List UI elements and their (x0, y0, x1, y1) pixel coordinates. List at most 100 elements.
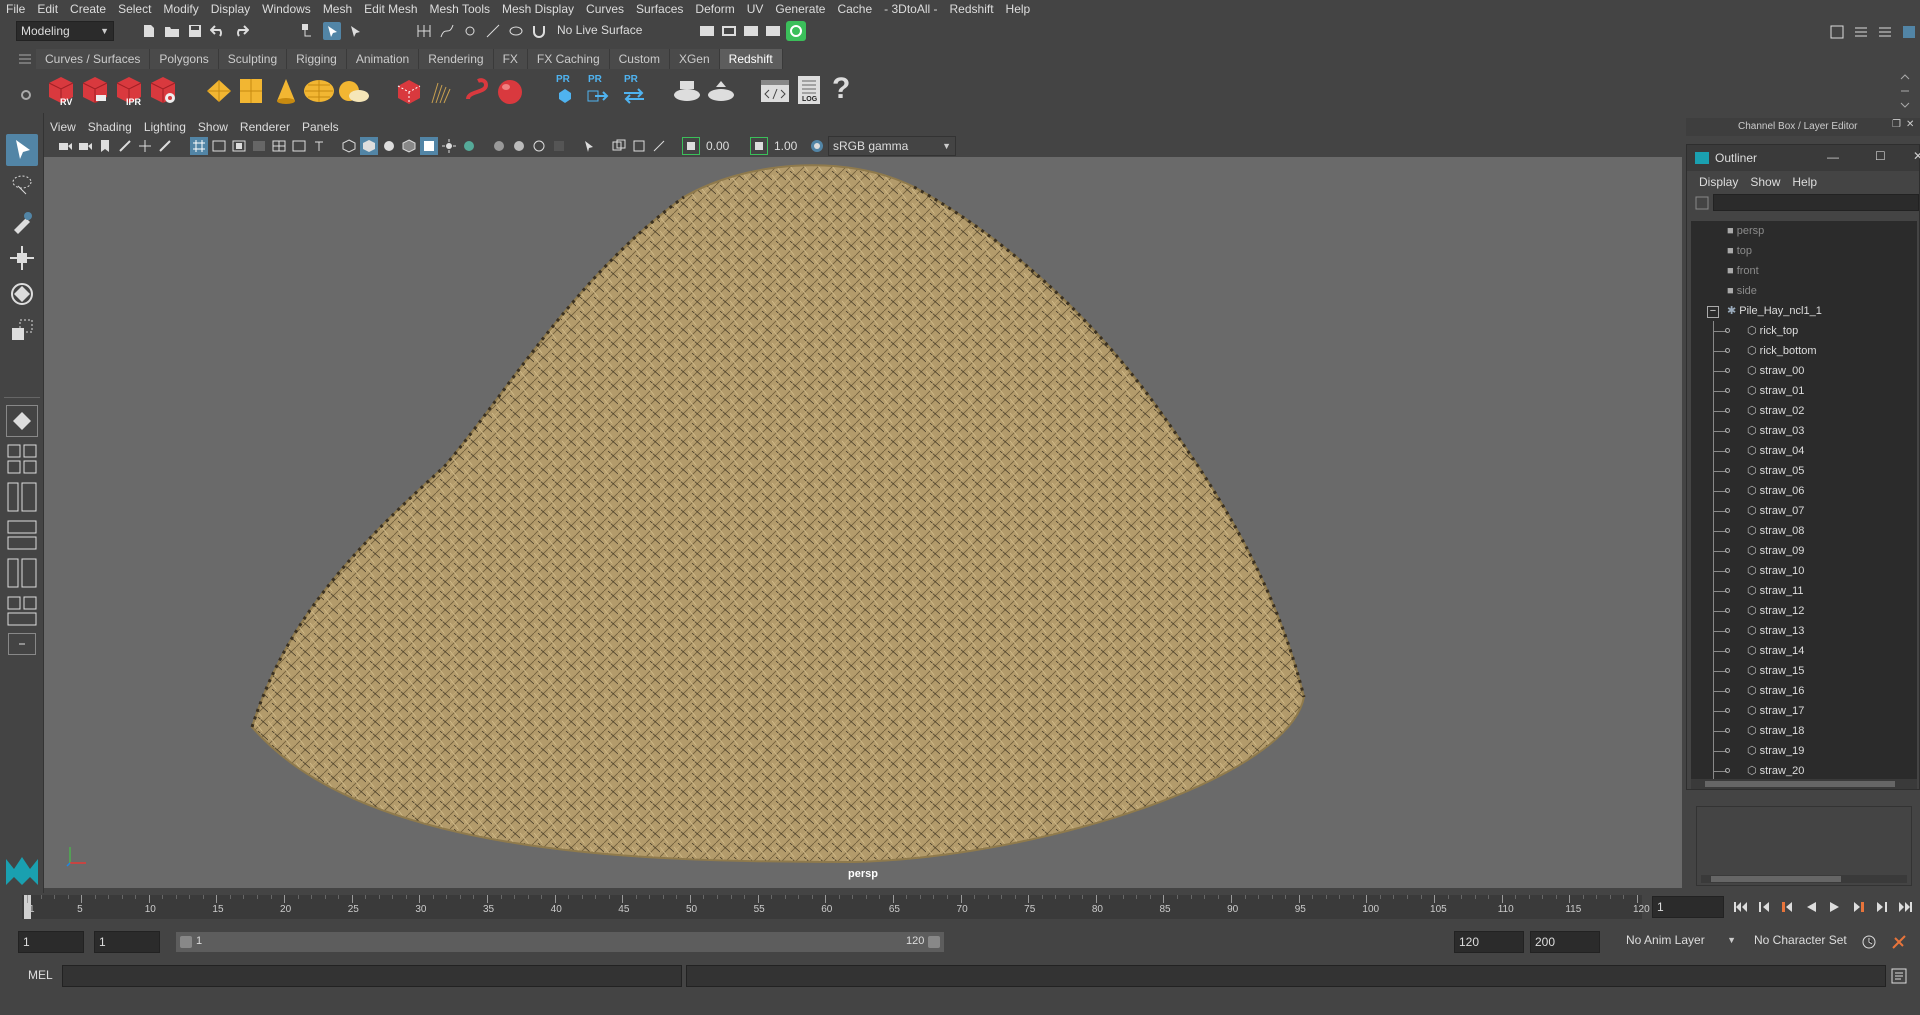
tab-sculpting[interactable]: Sculpting (218, 49, 288, 69)
float-icon[interactable]: ❐ (1892, 119, 1901, 130)
redshift-bake-set-icon[interactable] (706, 77, 736, 108)
paint-select-tool-icon[interactable] (6, 206, 38, 238)
outliner-item-child[interactable]: ⬡ straw_05 (1691, 461, 1917, 481)
outliner-item-persp[interactable]: ■ persp (1691, 221, 1917, 241)
outliner-item-child[interactable]: ⬡ straw_14 (1691, 641, 1917, 661)
tab-xgen[interactable]: XGen (669, 49, 720, 69)
mode-dropdown[interactable]: Modeling ▼ (16, 21, 114, 41)
shelf-settings-icon[interactable] (20, 89, 32, 104)
help-icon[interactable]: ? (832, 72, 850, 106)
outliner-item-child[interactable]: ⬡ straw_11 (1691, 581, 1917, 601)
redshift-ipr-button[interactable]: IPR (114, 75, 144, 107)
redshift-pr-import-button[interactable]: PR (622, 74, 648, 108)
shelf-menu-icon[interactable] (18, 53, 32, 68)
open-scene-icon[interactable] (163, 22, 181, 40)
default-material-icon[interactable] (380, 137, 398, 155)
panel-menu-view[interactable]: View (44, 120, 82, 134)
script-lang-label[interactable]: MEL (28, 968, 53, 982)
menu-generate[interactable]: Generate (769, 2, 831, 16)
use-all-lights-icon[interactable] (440, 137, 458, 155)
safe-title-icon[interactable] (310, 137, 328, 155)
outliner-menu-show[interactable]: Show (1744, 175, 1786, 189)
menu-curves[interactable]: Curves (580, 2, 630, 16)
select-hierarchy-icon[interactable] (300, 22, 318, 40)
textured-icon[interactable] (420, 137, 438, 155)
menu-edit-mesh[interactable]: Edit Mesh (358, 2, 423, 16)
depth-of-field-icon[interactable] (550, 137, 568, 155)
four-view-layout-icon[interactable] (6, 443, 38, 475)
outliner-item-child[interactable]: ⬡ rick_top (1691, 321, 1917, 341)
menu-mesh-display[interactable]: Mesh Display (496, 2, 580, 16)
tab-curves-surfaces[interactable]: Curves / Surfaces (36, 49, 151, 69)
resolution-gate-icon[interactable] (230, 137, 248, 155)
outliner-item-child[interactable]: ⬡ rick_bottom (1691, 341, 1917, 361)
exposure-icon[interactable] (682, 137, 700, 155)
redshift-sphere-icon[interactable] (496, 78, 524, 109)
undo-icon[interactable] (209, 22, 227, 40)
bookmark-icon[interactable] (96, 137, 114, 155)
select-object-icon[interactable] (323, 22, 341, 40)
camera-select-icon[interactable] (56, 137, 74, 155)
gamma-icon[interactable] (750, 137, 768, 155)
single-perspective-layout-icon[interactable] (6, 405, 38, 437)
go-to-start-icon[interactable] (1733, 901, 1748, 916)
menu-cache[interactable]: Cache (831, 2, 878, 16)
redshift-bake-icon[interactable] (672, 77, 702, 108)
color-management-icon[interactable] (808, 137, 826, 155)
outliner-item-front[interactable]: ■ front (1691, 261, 1917, 281)
attribute-editor-toggle-icon[interactable] (1852, 23, 1870, 41)
play-forward-icon[interactable] (1829, 901, 1841, 916)
menu-create[interactable]: Create (64, 2, 112, 16)
time-track[interactable]: 1 5 10 15 20 25 30 35 40 45 50 55 60 65 70 75 80 85 90 95 10… (22, 895, 1650, 919)
save-scene-icon[interactable] (186, 22, 204, 40)
outliner-item-child[interactable]: ⬡ straw_15 (1691, 661, 1917, 681)
tab-redshift[interactable]: Redshift (719, 49, 783, 69)
xray-icon[interactable] (610, 137, 628, 155)
outliner-search-input[interactable] (1713, 194, 1919, 211)
select-tool-icon[interactable] (6, 134, 38, 166)
workspace-icon[interactable] (1828, 23, 1846, 41)
redshift-sun-sky-icon[interactable] (337, 79, 369, 106)
outliner-item-child[interactable]: ⬡ straw_16 (1691, 681, 1917, 701)
wireframe-icon[interactable] (340, 137, 358, 155)
persp-graph-layout-icon[interactable] (6, 519, 38, 551)
custom-layout-icon[interactable] (6, 595, 38, 627)
redshift-render-view-icon[interactable] (786, 21, 806, 41)
step-forward-icon[interactable] (1875, 901, 1888, 916)
menu-redshift[interactable]: Redshift (944, 2, 1000, 16)
maximize-icon[interactable]: ☐ (1875, 149, 1886, 163)
menu-help[interactable]: Help (1000, 2, 1037, 16)
panel-menu-shading[interactable]: Shading (82, 120, 138, 134)
scroll-thumb[interactable] (1705, 781, 1895, 787)
outliner-item-top[interactable]: ■ top (1691, 241, 1917, 261)
range-end-handle[interactable] (928, 936, 940, 948)
hypershade-icon[interactable] (764, 22, 782, 40)
outliner-tree[interactable]: ■ persp ■ top ■ front ■ side − ✱ Pile_Hay… (1691, 221, 1917, 781)
outliner-item-child[interactable]: ⬡ straw_08 (1691, 521, 1917, 541)
minimize-icon[interactable]: — (1827, 150, 1839, 164)
step-forward-key-icon[interactable] (1852, 901, 1864, 916)
tab-rendering[interactable]: Rendering (419, 49, 494, 69)
collapse-icon[interactable]: − (1707, 306, 1719, 318)
gamma-field[interactable]: 1.00 (770, 136, 806, 156)
anim-prefs-icon[interactable] (1890, 933, 1908, 951)
image-plane-icon[interactable] (116, 137, 134, 155)
close-icon[interactable]: ✕ (1906, 119, 1914, 130)
lasso-tool-icon[interactable] (6, 170, 38, 202)
redshift-pr-node-button[interactable]: PR (554, 74, 576, 108)
play-backward-icon[interactable] (1805, 901, 1817, 916)
grease-pencil-icon[interactable] (156, 137, 174, 155)
outliner-item-child[interactable]: ⬡ straw_09 (1691, 541, 1917, 561)
script-editor-icon[interactable] (1890, 967, 1908, 985)
snap-view-icon[interactable] (484, 22, 502, 40)
redshift-pr-export-button[interactable]: PR (586, 74, 612, 108)
wireframe-on-shaded-icon[interactable] (400, 137, 418, 155)
outliner-item-side[interactable]: ■ side (1691, 281, 1917, 301)
snap-surface-icon[interactable] (507, 22, 525, 40)
go-to-end-icon[interactable] (1898, 901, 1913, 916)
tab-custom[interactable]: Custom (609, 49, 670, 69)
layout-more-button[interactable] (8, 633, 36, 655)
screen-space-ao-icon[interactable] (490, 137, 508, 155)
snap-point-icon[interactable] (461, 22, 479, 40)
range-start-handle[interactable] (180, 936, 192, 948)
